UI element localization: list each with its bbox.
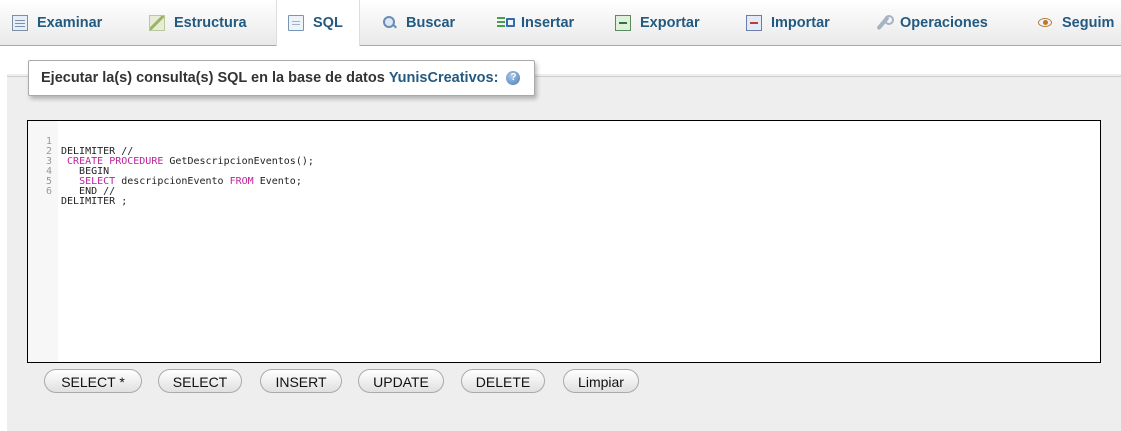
tab-importar[interactable]: Importar (746, 0, 830, 45)
help-icon[interactable]: ? (506, 71, 521, 85)
legend-text: Ejecutar la(s) consulta(s) SQL en la bas… (41, 70, 385, 86)
tab-label: Exportar (640, 14, 700, 31)
code-line: 4 SELECT descripcionEvento FROM Evento; (28, 157, 1100, 187)
code-lines: 1 DELIMITER // 2 CREATE PROCEDURE GetDes… (28, 127, 1100, 207)
select-button[interactable]: SELECT (158, 369, 242, 393)
line-number: 6 (45, 186, 52, 197)
search-icon (381, 15, 397, 31)
tracking-icon (1037, 15, 1053, 31)
tab-seguimiento[interactable]: Seguim (1037, 0, 1114, 45)
top-tab-bar: Examinar Estructura SQL Buscar Insertar … (0, 0, 1121, 46)
tab-label: Examinar (37, 14, 103, 31)
code-line: 2 CREATE PROCEDURE GetDescripcionEventos… (28, 137, 1100, 167)
tab-insertar[interactable]: Insertar (496, 0, 574, 45)
tab-label: Operaciones (900, 14, 988, 31)
insert-icon (496, 15, 515, 31)
code-line: 5 END // (28, 167, 1100, 197)
tab-label: SQL (313, 15, 343, 31)
tab-label: Buscar (406, 14, 456, 31)
code-line: 3 BEGIN (28, 147, 1100, 177)
tab-label: Estructura (174, 14, 247, 31)
browse-icon (12, 14, 28, 31)
tab-label: Importar (771, 14, 830, 31)
tab-estructura[interactable]: Estructura (149, 0, 247, 45)
query-legend: Ejecutar la(s) consulta(s) SQL en la bas… (28, 60, 536, 96)
import-icon (746, 14, 762, 31)
tab-exportar[interactable]: Exportar (615, 0, 700, 45)
tab-examinar[interactable]: Examinar (12, 0, 102, 45)
tab-sql[interactable]: SQL (276, 0, 360, 46)
select-all-button[interactable]: SELECT * (44, 369, 142, 393)
tab-label: Insertar (521, 14, 575, 31)
insert-button[interactable]: INSERT (260, 369, 342, 393)
structure-icon (149, 14, 165, 31)
operations-icon (875, 14, 894, 31)
sql-icon (288, 15, 304, 31)
database-link[interactable]: YunisCreativos: (389, 70, 499, 86)
tab-label: Seguim (1062, 14, 1115, 31)
delete-button[interactable]: DELETE (461, 369, 545, 393)
export-icon (615, 14, 631, 31)
tab-buscar[interactable]: Buscar (381, 0, 455, 45)
update-button[interactable]: UPDATE (358, 369, 444, 393)
code-text: DELIMITER ; (61, 196, 128, 207)
code-line: 1 DELIMITER // (28, 127, 1100, 157)
sql-code-editor[interactable]: 1 DELIMITER // 2 CREATE PROCEDURE GetDes… (27, 120, 1101, 363)
code-line: 6 DELIMITER ; (28, 177, 1100, 207)
tab-operaciones[interactable]: Operaciones (875, 0, 988, 45)
clear-button[interactable]: Limpiar (563, 369, 639, 393)
